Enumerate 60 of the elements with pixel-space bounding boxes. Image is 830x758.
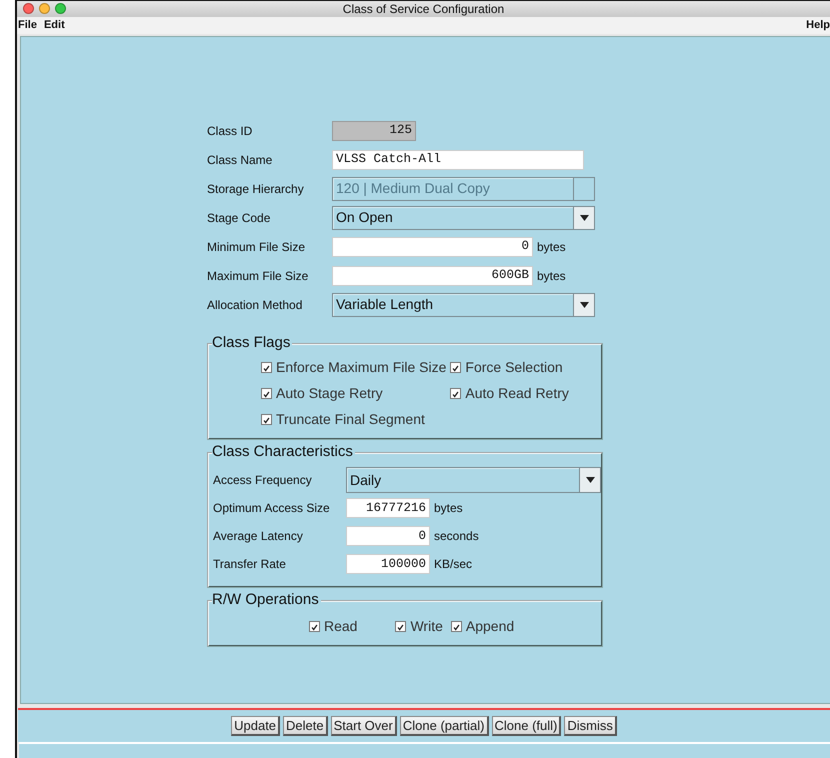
- checkbox-label: Read: [324, 617, 358, 636]
- unit-label: bytes: [537, 268, 566, 284]
- number-field[interactable]: 16777216: [346, 498, 430, 518]
- number-field[interactable]: 600GB: [332, 266, 533, 286]
- menu-item[interactable]: Edit: [44, 17, 71, 34]
- checkbox-label: Enforce Maximum File Size: [276, 358, 446, 377]
- close-icon[interactable]: [23, 3, 34, 14]
- field-label: Maximum File Size: [207, 268, 310, 284]
- unit-label: bytes: [537, 238, 566, 256]
- checkbox[interactable]: [261, 414, 272, 425]
- field-label: Class Name: [207, 152, 274, 168]
- dropdown[interactable]: Variable Length: [332, 292, 595, 316]
- group-title: R/W Operations: [212, 591, 321, 609]
- text-field[interactable]: VLSS Catch-All: [332, 150, 584, 170]
- menu-item[interactable]: Help: [806, 17, 830, 34]
- action-button[interactable]: Dismiss: [564, 716, 617, 736]
- checkbox[interactable]: [450, 362, 462, 373]
- field-label: Stage Code: [207, 210, 272, 226]
- number-field[interactable]: 100000: [346, 554, 430, 574]
- action-button[interactable]: Clone (full): [492, 716, 562, 736]
- field-label: Allocation Method: [207, 296, 304, 314]
- zoom-icon[interactable]: [55, 3, 66, 14]
- checkbox[interactable]: [261, 362, 272, 373]
- field-label: Access Frequency: [213, 472, 313, 489]
- field-label: Optimum Access Size: [213, 500, 331, 517]
- dropdown-arrow-icon: [586, 477, 594, 483]
- checkbox-label: Truncate Final Segment: [276, 410, 425, 429]
- checkbox-label: Force Selection: [465, 358, 563, 377]
- checkbox-label: Auto Stage Retry: [276, 384, 383, 403]
- dropdown[interactable]: On Open: [332, 206, 595, 230]
- checkbox-label: Write: [410, 617, 443, 636]
- action-button[interactable]: Start Over: [330, 716, 397, 736]
- checkbox-label: Auto Read Retry: [465, 384, 569, 403]
- unit-label: bytes: [434, 500, 463, 517]
- dropdown: 120 | Medium Dual Copy: [332, 176, 595, 200]
- dropdown-arrow-icon: [580, 302, 588, 308]
- field-label: Average Latency: [213, 528, 304, 545]
- group-title: Class Flags: [212, 334, 292, 352]
- field-label: Transfer Rate: [213, 556, 287, 573]
- number-field[interactable]: 0: [332, 236, 533, 256]
- checkbox[interactable]: [450, 621, 462, 632]
- id-field: 125: [332, 120, 416, 140]
- action-button[interactable]: Clone (partial): [400, 716, 489, 736]
- action-button[interactable]: Delete: [283, 716, 328, 736]
- menu-item[interactable]: File: [18, 17, 43, 34]
- checkbox[interactable]: [395, 621, 406, 632]
- field-label: Minimum File Size: [207, 238, 306, 256]
- dropdown-arrow-icon: [580, 214, 588, 220]
- checkbox-label: Append: [466, 617, 514, 636]
- number-field[interactable]: 0: [346, 526, 430, 546]
- action-button[interactable]: Update: [231, 716, 280, 736]
- dropdown[interactable]: Daily: [346, 467, 601, 493]
- field-label: Storage Hierarchy: [207, 180, 305, 198]
- checkbox[interactable]: [450, 388, 462, 399]
- unit-label: KB/sec: [434, 556, 472, 573]
- checkbox[interactable]: [309, 621, 320, 632]
- window-title: Class of Service Configuration: [342, 1, 504, 18]
- field-label: Class ID: [207, 122, 254, 140]
- checkbox[interactable]: [261, 388, 272, 399]
- unit-label: seconds: [434, 528, 479, 545]
